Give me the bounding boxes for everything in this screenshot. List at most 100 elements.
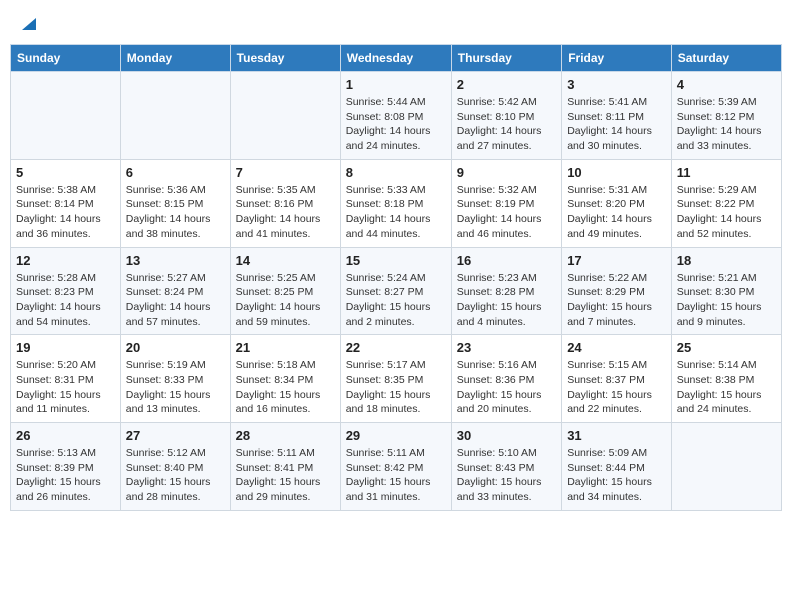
- day-of-week-header: Saturday: [671, 45, 781, 72]
- calendar-cell: 8 Sunrise: 5:33 AM Sunset: 8:18 PM Daylig…: [340, 159, 451, 247]
- day-info: Sunrise: 5:38 AM Sunset: 8:14 PM Dayligh…: [16, 183, 115, 242]
- calendar-cell: 12 Sunrise: 5:28 AM Sunset: 8:23 PM Dayli…: [11, 247, 121, 335]
- day-number: 29: [346, 428, 446, 443]
- day-info: Sunrise: 5:21 AM Sunset: 8:30 PM Dayligh…: [677, 271, 776, 330]
- calendar-cell: 30 Sunrise: 5:10 AM Sunset: 8:43 PM Dayli…: [451, 423, 561, 511]
- calendar-cell: 25 Sunrise: 5:14 AM Sunset: 8:38 PM Dayli…: [671, 335, 781, 423]
- day-info: Sunrise: 5:25 AM Sunset: 8:25 PM Dayligh…: [236, 271, 335, 330]
- calendar-cell: 15 Sunrise: 5:24 AM Sunset: 8:27 PM Dayli…: [340, 247, 451, 335]
- day-info: Sunrise: 5:28 AM Sunset: 8:23 PM Dayligh…: [16, 271, 115, 330]
- calendar-table: SundayMondayTuesdayWednesdayThursdayFrid…: [10, 44, 782, 511]
- calendar-body: 1 Sunrise: 5:44 AM Sunset: 8:08 PM Daylig…: [11, 72, 782, 511]
- day-info: Sunrise: 5:19 AM Sunset: 8:33 PM Dayligh…: [126, 358, 225, 417]
- day-number: 8: [346, 165, 446, 180]
- day-info: Sunrise: 5:35 AM Sunset: 8:16 PM Dayligh…: [236, 183, 335, 242]
- day-info: Sunrise: 5:29 AM Sunset: 8:22 PM Dayligh…: [677, 183, 776, 242]
- calendar-cell: [671, 423, 781, 511]
- calendar-week-row: 1 Sunrise: 5:44 AM Sunset: 8:08 PM Daylig…: [11, 72, 782, 160]
- calendar-cell: [11, 72, 121, 160]
- day-number: 10: [567, 165, 666, 180]
- day-info: Sunrise: 5:22 AM Sunset: 8:29 PM Dayligh…: [567, 271, 666, 330]
- day-of-week-header: Wednesday: [340, 45, 451, 72]
- day-number: 17: [567, 253, 666, 268]
- day-info: Sunrise: 5:11 AM Sunset: 8:42 PM Dayligh…: [346, 446, 446, 505]
- day-number: 30: [457, 428, 556, 443]
- calendar-cell: 13 Sunrise: 5:27 AM Sunset: 8:24 PM Dayli…: [120, 247, 230, 335]
- calendar-cell: [120, 72, 230, 160]
- day-info: Sunrise: 5:18 AM Sunset: 8:34 PM Dayligh…: [236, 358, 335, 417]
- day-info: Sunrise: 5:14 AM Sunset: 8:38 PM Dayligh…: [677, 358, 776, 417]
- day-number: 2: [457, 77, 556, 92]
- day-number: 18: [677, 253, 776, 268]
- logo-triangle-icon: [20, 14, 38, 32]
- day-info: Sunrise: 5:36 AM Sunset: 8:15 PM Dayligh…: [126, 183, 225, 242]
- calendar-cell: 3Sunrise: 5:41 AM Sunset: 8:11 PM Daylig…: [562, 72, 672, 160]
- day-number: 26: [16, 428, 115, 443]
- day-info: Sunrise: 5:33 AM Sunset: 8:18 PM Dayligh…: [346, 183, 446, 242]
- calendar-week-row: 26Sunrise: 5:13 AM Sunset: 8:39 PM Dayli…: [11, 423, 782, 511]
- day-info: Sunrise: 5:39 AM Sunset: 8:12 PM Dayligh…: [677, 95, 776, 154]
- day-info: Sunrise: 5:42 AM Sunset: 8:10 PM Dayligh…: [457, 95, 556, 154]
- day-number: 19: [16, 340, 115, 355]
- day-info: Sunrise: 5:31 AM Sunset: 8:20 PM Dayligh…: [567, 183, 666, 242]
- day-number: 12: [16, 253, 115, 268]
- day-number: 1: [346, 77, 446, 92]
- calendar-cell: 17 Sunrise: 5:22 AM Sunset: 8:29 PM Dayli…: [562, 247, 672, 335]
- day-number: 27: [126, 428, 225, 443]
- calendar-header-row: SundayMondayTuesdayWednesdayThursdayFrid…: [11, 45, 782, 72]
- day-number: 16: [457, 253, 556, 268]
- calendar-cell: 18 Sunrise: 5:21 AM Sunset: 8:30 PM Dayli…: [671, 247, 781, 335]
- calendar-cell: 28Sunrise: 5:11 AM Sunset: 8:41 PM Dayli…: [230, 423, 340, 511]
- calendar-week-row: 12 Sunrise: 5:28 AM Sunset: 8:23 PM Dayli…: [11, 247, 782, 335]
- calendar-cell: 26Sunrise: 5:13 AM Sunset: 8:39 PM Dayli…: [11, 423, 121, 511]
- calendar-cell: 11 Sunrise: 5:29 AM Sunset: 8:22 PM Dayli…: [671, 159, 781, 247]
- day-of-week-header: Sunday: [11, 45, 121, 72]
- day-number: 15: [346, 253, 446, 268]
- calendar-cell: 24Sunrise: 5:15 AM Sunset: 8:37 PM Dayli…: [562, 335, 672, 423]
- day-number: 25: [677, 340, 776, 355]
- day-number: 28: [236, 428, 335, 443]
- day-info: Sunrise: 5:17 AM Sunset: 8:35 PM Dayligh…: [346, 358, 446, 417]
- calendar-week-row: 19 Sunrise: 5:20 AM Sunset: 8:31 PM Dayli…: [11, 335, 782, 423]
- calendar-cell: 20 Sunrise: 5:19 AM Sunset: 8:33 PM Dayli…: [120, 335, 230, 423]
- day-number: 7: [236, 165, 335, 180]
- calendar-cell: 1 Sunrise: 5:44 AM Sunset: 8:08 PM Daylig…: [340, 72, 451, 160]
- day-number: 6: [126, 165, 225, 180]
- day-info: Sunrise: 5:20 AM Sunset: 8:31 PM Dayligh…: [16, 358, 115, 417]
- day-number: 5: [16, 165, 115, 180]
- day-info: Sunrise: 5:10 AM Sunset: 8:43 PM Dayligh…: [457, 446, 556, 505]
- calendar-cell: 16 Sunrise: 5:23 AM Sunset: 8:28 PM Dayli…: [451, 247, 561, 335]
- day-info: Sunrise: 5:44 AM Sunset: 8:08 PM Dayligh…: [346, 95, 446, 154]
- day-number: 11: [677, 165, 776, 180]
- calendar-cell: 19 Sunrise: 5:20 AM Sunset: 8:31 PM Dayli…: [11, 335, 121, 423]
- day-number: 31: [567, 428, 666, 443]
- day-number: 13: [126, 253, 225, 268]
- day-info: Sunrise: 5:12 AM Sunset: 8:40 PM Dayligh…: [126, 446, 225, 505]
- day-number: 20: [126, 340, 225, 355]
- day-info: Sunrise: 5:24 AM Sunset: 8:27 PM Dayligh…: [346, 271, 446, 330]
- calendar-cell: 2 Sunrise: 5:42 AM Sunset: 8:10 PM Daylig…: [451, 72, 561, 160]
- calendar-cell: [230, 72, 340, 160]
- calendar-cell: 4 Sunrise: 5:39 AM Sunset: 8:12 PM Daylig…: [671, 72, 781, 160]
- day-of-week-header: Friday: [562, 45, 672, 72]
- calendar-cell: 23Sunrise: 5:16 AM Sunset: 8:36 PM Dayli…: [451, 335, 561, 423]
- day-info: Sunrise: 5:41 AM Sunset: 8:11 PM Dayligh…: [567, 95, 666, 154]
- calendar-cell: 22 Sunrise: 5:17 AM Sunset: 8:35 PM Dayli…: [340, 335, 451, 423]
- day-info: Sunrise: 5:16 AM Sunset: 8:36 PM Dayligh…: [457, 358, 556, 417]
- day-number: 4: [677, 77, 776, 92]
- calendar-cell: 9Sunrise: 5:32 AM Sunset: 8:19 PM Daylig…: [451, 159, 561, 247]
- day-number: 22: [346, 340, 446, 355]
- calendar-cell: 29 Sunrise: 5:11 AM Sunset: 8:42 PM Dayli…: [340, 423, 451, 511]
- day-of-week-header: Monday: [120, 45, 230, 72]
- logo: [18, 14, 38, 32]
- calendar-cell: 10 Sunrise: 5:31 AM Sunset: 8:20 PM Dayli…: [562, 159, 672, 247]
- calendar-cell: 21Sunrise: 5:18 AM Sunset: 8:34 PM Dayli…: [230, 335, 340, 423]
- day-number: 14: [236, 253, 335, 268]
- day-info: Sunrise: 5:23 AM Sunset: 8:28 PM Dayligh…: [457, 271, 556, 330]
- day-of-week-header: Tuesday: [230, 45, 340, 72]
- calendar-cell: 31 Sunrise: 5:09 AM Sunset: 8:44 PM Dayli…: [562, 423, 672, 511]
- page-header: [10, 10, 782, 36]
- day-info: Sunrise: 5:09 AM Sunset: 8:44 PM Dayligh…: [567, 446, 666, 505]
- day-info: Sunrise: 5:27 AM Sunset: 8:24 PM Dayligh…: [126, 271, 225, 330]
- day-info: Sunrise: 5:32 AM Sunset: 8:19 PM Dayligh…: [457, 183, 556, 242]
